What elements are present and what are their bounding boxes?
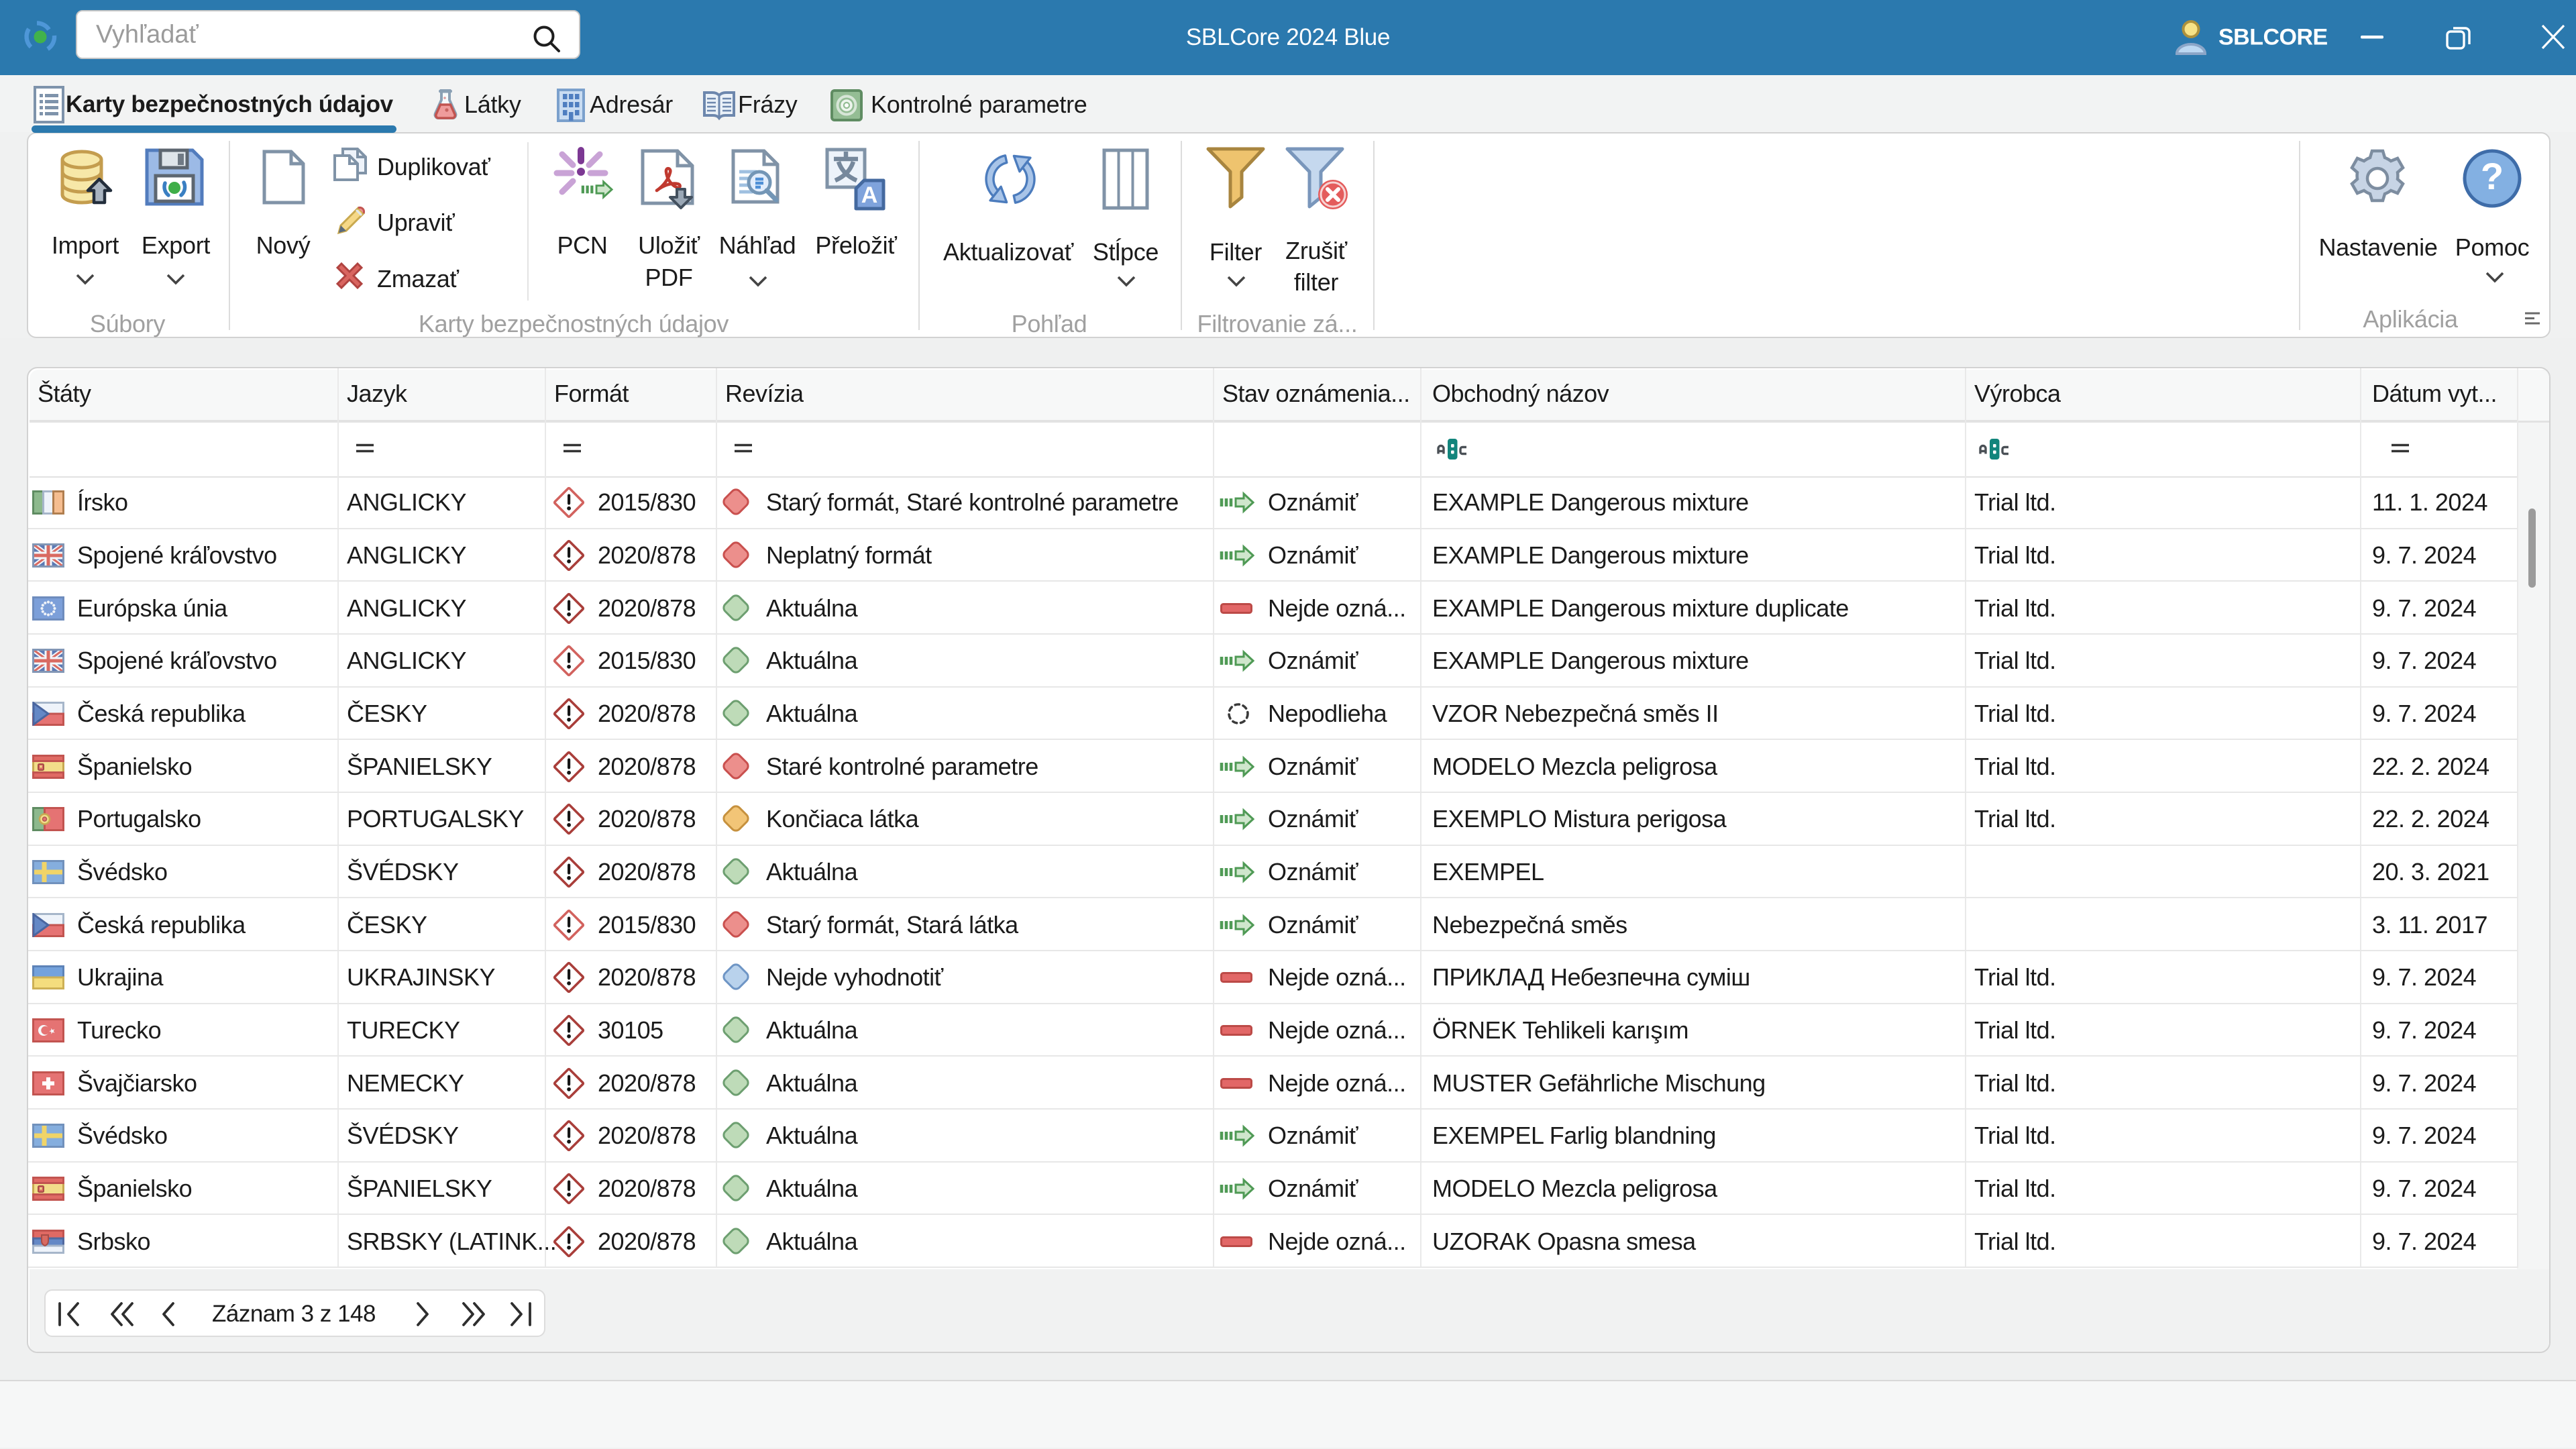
svg-text:A: A [861, 182, 878, 208]
svg-text:?: ? [2481, 155, 2504, 197]
